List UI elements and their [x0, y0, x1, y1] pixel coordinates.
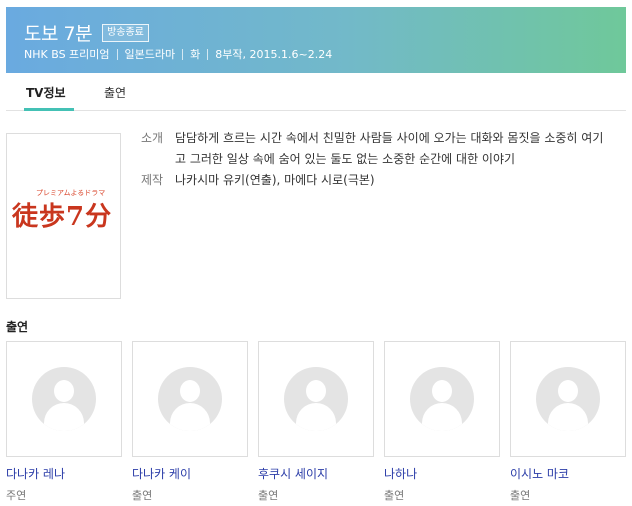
avatar-body [44, 403, 84, 431]
cast-name-link[interactable]: 나하나 [384, 465, 500, 482]
cast-role: 출연 [132, 489, 153, 502]
cast-photo[interactable] [6, 341, 122, 457]
title-row: 도보 7분 방송종료 [24, 19, 149, 46]
tab-tv-info[interactable]: TV정보 [26, 84, 66, 101]
cast-name-link[interactable]: 다나카 레나 [6, 465, 122, 482]
active-tab-indicator [24, 108, 74, 111]
avatar-body [422, 403, 462, 431]
person-silhouette-icon [158, 367, 222, 431]
production-label: 제작 [141, 173, 164, 187]
avatar-head [180, 380, 200, 402]
program-info: 소개 담담하게 흐르는 시간 속에서 친밀한 사람들 사이에 오가는 대화와 몸… [141, 128, 611, 191]
cast-role: 출연 [384, 489, 405, 502]
synopsis-label: 소개 [141, 131, 164, 145]
avatar-body [548, 403, 588, 431]
production-text: 나카시마 유키(연출), 마에다 시로(극본) [175, 173, 375, 187]
synopsis-text: 담담하게 흐르는 시간 속에서 친밀한 사람들 사이에 오가는 대화와 몸짓을 … [175, 131, 604, 166]
cast-photo[interactable] [510, 341, 626, 457]
meta-divider [182, 48, 184, 60]
program-title: 도보 7분 [24, 23, 93, 45]
program-header: 도보 7분 방송종료 NHK BS 프리미엄 일본드라마 화 8부작, 2015… [6, 7, 626, 73]
cast-photo[interactable] [384, 341, 500, 457]
cast-card[interactable]: 이시노 마코 출연 [510, 341, 626, 503]
cast-heading: 출연 [6, 320, 29, 334]
avatar-head [558, 380, 578, 402]
program-poster[interactable]: プレミアムよるドラマ 徒歩7分 [6, 133, 121, 299]
program-meta: NHK BS 프리미엄 일본드라마 화 8부작, 2015.1.6~2.24 [24, 46, 332, 62]
synopsis-row: 소개 담담하게 흐르는 시간 속에서 친밀한 사람들 사이에 오가는 대화와 몸… [141, 128, 611, 170]
cast-card[interactable]: 다나카 레나 주연 [6, 341, 122, 503]
person-silhouette-icon [410, 367, 474, 431]
cast-card[interactable]: 후쿠시 세이지 출연 [258, 341, 374, 503]
cast-photo[interactable] [132, 341, 248, 457]
avatar-body [296, 403, 336, 431]
avatar-head [306, 380, 326, 402]
production-row: 제작 나카시마 유키(연출), 마에다 시로(극본) [141, 170, 611, 191]
tab-bar: TV정보 출연 [6, 73, 626, 111]
cast-card[interactable]: 나하나 출연 [384, 341, 500, 503]
cast-name-link[interactable]: 다나카 케이 [132, 465, 248, 482]
cast-role: 출연 [510, 489, 531, 502]
meta-divider [116, 48, 118, 60]
meta-episodes-dates: 8부작, 2015.1.6~2.24 [215, 48, 333, 61]
meta-channel: NHK BS 프리미엄 [24, 48, 110, 61]
avatar-head [54, 380, 74, 402]
avatar-head [432, 380, 452, 402]
cast-photo[interactable] [258, 341, 374, 457]
cast-role: 출연 [258, 489, 279, 502]
poster-title: 徒歩7分 [12, 202, 113, 232]
meta-divider [207, 48, 209, 60]
cast-name-link[interactable]: 후쿠시 세이지 [258, 465, 374, 482]
meta-genre: 일본드라마 [124, 48, 176, 61]
cast-card[interactable]: 다나카 케이 출연 [132, 341, 248, 503]
cast-name-link[interactable]: 이시노 마코 [510, 465, 626, 482]
meta-day: 화 [190, 48, 201, 61]
avatar-body [170, 403, 210, 431]
status-badge: 방송종료 [102, 23, 149, 42]
person-silhouette-icon [536, 367, 600, 431]
person-silhouette-icon [32, 367, 96, 431]
tab-cast[interactable]: 출연 [104, 84, 126, 101]
person-silhouette-icon [284, 367, 348, 431]
cast-role: 주연 [6, 489, 27, 502]
